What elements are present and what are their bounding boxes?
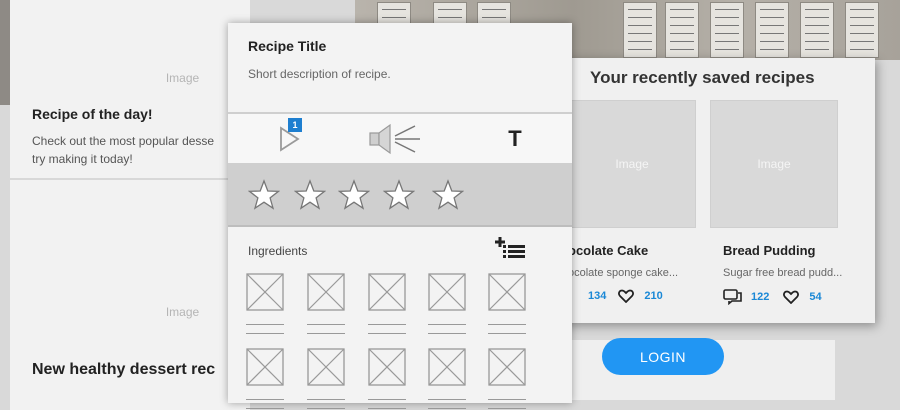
star-icon[interactable] [432, 179, 464, 211]
sketch-sheet [845, 2, 879, 58]
recipe-detail-popup: Recipe Title Short description of recipe… [228, 23, 572, 409]
ingredient-line [246, 333, 284, 334]
panel-title: Your recently saved recipes [590, 68, 815, 87]
recipe-name: ocolate Cake [568, 243, 649, 258]
ingredient-line [368, 324, 406, 325]
play-count-badge: 1 [288, 118, 302, 132]
recipe-name: Bread Pudding [723, 243, 816, 258]
comment-icon[interactable] [723, 289, 743, 305]
like-count: 54 [809, 291, 822, 303]
star-icon[interactable] [294, 179, 326, 211]
sketch-sheet [710, 2, 744, 58]
card-title: Recipe of the day! [32, 106, 153, 122]
image-placeholder-icon [307, 348, 345, 386]
ingredient-line [246, 408, 284, 409]
ingredient-line [307, 324, 345, 325]
healthy-dessert-card[interactable]: Image New healthy dessert rec [10, 190, 250, 410]
recipe-description: Short description of recipe. [248, 67, 391, 81]
ingredient-line [488, 324, 526, 325]
recipe-description: ocolate sponge cake... [568, 267, 679, 279]
heart-icon[interactable] [783, 290, 800, 304]
image-placeholder-icon [368, 273, 406, 311]
image-placeholder-icon [307, 273, 345, 311]
left-screen: Image Recipe of the day! Check out the m… [10, 0, 250, 410]
add-to-list-icon[interactable] [494, 236, 526, 262]
recipe-stats: 122 54 [710, 289, 838, 305]
speaker-icon [369, 123, 420, 155]
card-title: New healthy dessert rec [32, 361, 216, 378]
rating-bar [228, 165, 572, 227]
sketch-sheet [623, 2, 657, 58]
image-placeholder: Image [568, 100, 696, 228]
saved-recipe-card[interactable]: Image Bread Pudding Sugar free bread pud… [710, 100, 843, 305]
ingredient-line [428, 333, 466, 334]
ingredient-item[interactable] [428, 273, 466, 334]
image-placeholder-icon [428, 273, 466, 311]
saved-recipe-card[interactable]: Image ocolate Cake ocolate sponge cake..… [568, 100, 696, 303]
ingredient-line [428, 324, 466, 325]
ingredient-line [246, 324, 284, 325]
ingredient-line [428, 408, 466, 409]
saved-recipes-panel: Your recently saved recipes Image ocolat… [560, 58, 875, 323]
media-toolbar: 1 T [228, 112, 572, 165]
comment-count: 134 [588, 290, 607, 302]
image-placeholder-icon [246, 273, 284, 311]
ingredient-line [488, 333, 526, 334]
ingredient-line [488, 408, 526, 409]
ingredient-line [368, 333, 406, 334]
recipe-description: Sugar free bread pudd... [723, 267, 843, 279]
recipe-title: Recipe Title [248, 38, 327, 54]
star-icon[interactable] [338, 179, 370, 211]
recipe-stats: 134 210 [568, 289, 696, 303]
card-description-line: Check out the most popular desse [32, 134, 215, 148]
star-icon[interactable] [248, 179, 280, 211]
text-mode-button[interactable]: T [500, 122, 530, 156]
card-description-line: try making it today! [32, 152, 133, 166]
ingredient-line [368, 408, 406, 409]
image-placeholder-icon [428, 348, 466, 386]
image-placeholder-icon [246, 348, 284, 386]
heart-icon[interactable] [618, 289, 635, 303]
image-placeholder: Image [710, 100, 838, 228]
play-button[interactable]: 1 [272, 118, 306, 156]
ingredient-line [307, 333, 345, 334]
card-description: Check out the most popular desse try mak… [32, 132, 214, 168]
ingredient-item[interactable] [246, 273, 284, 334]
sketch-sheet [665, 2, 699, 58]
login-button[interactable]: LOGIN [602, 338, 724, 375]
ingredients-heading: Ingredients [248, 244, 308, 258]
sketch-sheet [800, 2, 834, 58]
ingredient-item[interactable] [307, 273, 345, 334]
audio-button[interactable] [368, 122, 424, 156]
image-placeholder-icon [488, 348, 526, 386]
image-placeholder-icon [488, 273, 526, 311]
ingredient-line [307, 408, 345, 409]
sketch-sheet [755, 2, 789, 58]
ingredient-item[interactable] [488, 273, 526, 334]
like-count: 210 [644, 290, 663, 302]
recipe-of-day-card[interactable]: Image Recipe of the day! Check out the m… [10, 0, 250, 180]
image-placeholder-icon [368, 348, 406, 386]
star-icon[interactable] [383, 179, 415, 211]
comment-count: 122 [751, 291, 770, 303]
ingredient-item[interactable] [368, 273, 406, 334]
